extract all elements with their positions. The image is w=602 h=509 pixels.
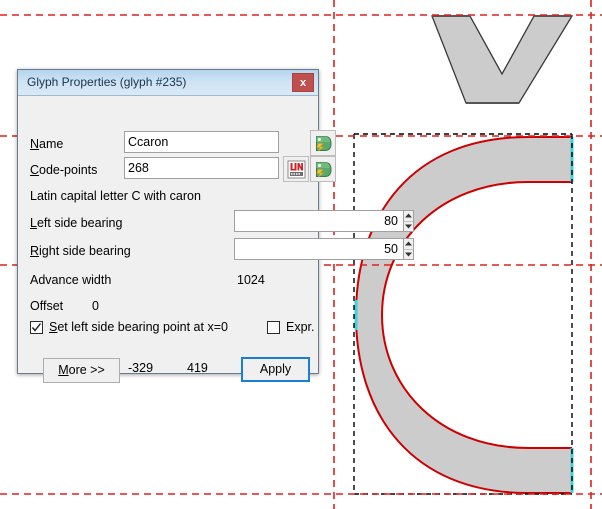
green-tag-icon: [315, 161, 332, 177]
expr-checkbox[interactable]: Expr.: [267, 320, 315, 334]
set-lsb-point-checkbox[interactable]: Set left side bearing point at x=0: [30, 320, 228, 334]
codepoints-tag-button[interactable]: [310, 156, 336, 182]
green-tag-icon: [315, 135, 332, 151]
left-side-bearing-spin-buttons[interactable]: [403, 210, 414, 232]
right-side-bearing-spin-buttons[interactable]: [403, 238, 414, 260]
spin-down-button[interactable]: [404, 249, 413, 259]
coord-x-value: -329: [128, 361, 154, 375]
unicode-logo-icon: [287, 160, 305, 178]
left-side-bearing-input[interactable]: [234, 210, 403, 232]
left-side-bearing-label: Left side bearing: [30, 216, 123, 230]
spin-up-button[interactable]: [404, 239, 413, 250]
dialog-body: Name Code-points: [18, 96, 414, 383]
right-side-bearing-label: Right side bearing: [30, 244, 131, 258]
chevron-up-icon: [405, 241, 412, 246]
close-button[interactable]: x: [292, 73, 314, 92]
glyph-properties-dialog[interactable]: Glyph Properties (glyph #235) x Name Cod…: [17, 69, 414, 383]
dialog-titlebar[interactable]: Glyph Properties (glyph #235) x: [18, 70, 318, 96]
chevron-down-icon: [405, 224, 412, 229]
more-button[interactable]: More >>: [43, 358, 120, 383]
checkbox-box[interactable]: [267, 320, 280, 334]
chevron-down-icon: [405, 252, 412, 257]
expr-label: Expr.: [286, 320, 315, 334]
set-lsb-point-label: Set left side bearing point at x=0: [49, 320, 228, 334]
glyph-description: Latin capital letter C with caron: [30, 189, 201, 203]
right-side-bearing-stepper[interactable]: [234, 238, 414, 260]
checkmark-icon: [31, 322, 42, 332]
spin-up-button[interactable]: [404, 211, 413, 222]
advance-width-value: 1024: [237, 273, 265, 287]
codepoints-label: Code-points: [30, 163, 98, 177]
name-tag-button[interactable]: [310, 130, 336, 156]
right-side-bearing-input[interactable]: [234, 238, 403, 260]
chevron-up-icon: [405, 213, 412, 218]
codepoints-input[interactable]: [124, 157, 279, 179]
unicode-lookup-button[interactable]: [283, 156, 309, 182]
checkbox-box[interactable]: [30, 320, 43, 334]
close-icon: x: [299, 77, 307, 89]
name-input[interactable]: [124, 131, 279, 153]
name-label: Name: [30, 137, 64, 151]
apply-button[interactable]: Apply: [241, 357, 310, 382]
coord-y-value: 419: [187, 361, 208, 375]
offset-label: Offset: [30, 299, 64, 313]
left-side-bearing-stepper[interactable]: [234, 210, 414, 232]
offset-value: 0: [92, 299, 99, 313]
spin-down-button[interactable]: [404, 221, 413, 231]
dialog-title: Glyph Properties (glyph #235): [27, 75, 187, 89]
advance-width-label: Advance width: [30, 273, 112, 287]
